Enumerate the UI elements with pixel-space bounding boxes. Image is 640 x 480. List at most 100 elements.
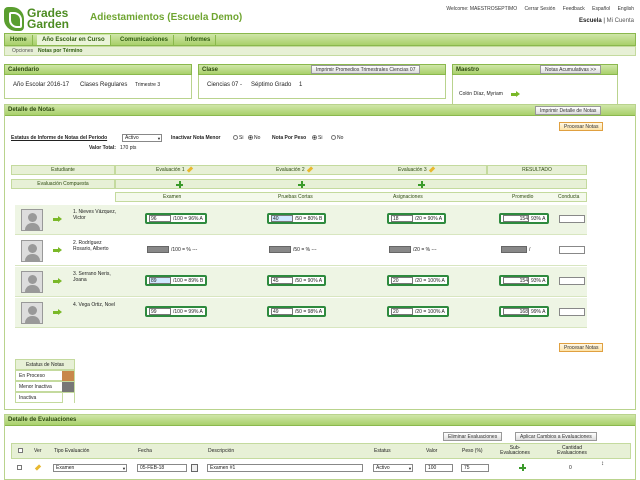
score-input[interactable] [389,246,411,253]
feedback-link[interactable]: Feedback [563,6,585,12]
student-header: Estudiante [11,165,115,175]
score-result: /20 = 100% A [415,308,445,315]
process-grades-button-bottom[interactable]: Procesar Notas [559,343,604,352]
breadcrumb-options[interactable]: Opciones [12,48,33,54]
legend-title: Estatus de Notas [15,359,75,370]
add-icon[interactable] [298,181,305,188]
add-subevaluation-icon[interactable] [519,464,526,471]
conduct-header: Conducta [558,194,580,200]
eval3-name: Asignaciones [393,194,423,200]
score-input[interactable]: 96 [149,215,171,222]
pencil-icon[interactable] [34,464,42,471]
eval3-head[interactable]: Evaluación 3 [398,166,435,175]
col-valor: Valor [426,448,438,454]
inactivate-si[interactable]: Si [233,135,243,141]
select-all-checkbox[interactable] [18,448,23,453]
type-select[interactable]: Examen ▼ [53,464,127,472]
student-name[interactable]: 4. Vega Ortiz, Noel [73,302,121,308]
score-input[interactable]: 49 [271,308,293,315]
weight-si[interactable]: Si [312,135,322,141]
arrow-right-icon[interactable] [511,91,520,98]
row-checkbox[interactable] [17,465,22,470]
score-result: /20 = % --- [413,246,437,253]
print-detail-button[interactable]: Imprimir Detalle de Notas [535,106,602,115]
class-section: 1 [299,82,303,88]
spanish-link[interactable]: Español [592,6,610,12]
score-input[interactable] [147,246,169,253]
process-grades-button[interactable]: Procesar Notas [559,122,604,131]
eval1-head[interactable]: Evaluación 1 [156,166,193,175]
date-field[interactable]: 05-FEB-18 [137,464,187,472]
score-input[interactable]: 20 [391,308,413,315]
arrow-right-icon[interactable] [53,278,62,285]
legend-item: Inactiva [15,392,75,403]
app-logo[interactable]: Grades Garden [4,4,86,34]
score-result: /50 = 98% A [295,308,323,315]
eval2-name: Pruebas Cortas [278,194,313,200]
score-cell: 20/20 = 100% A [387,306,449,317]
legend-item: En Proceso [15,370,75,381]
conduct-input[interactable] [559,246,585,254]
conduct-input[interactable] [559,215,585,223]
student-name[interactable]: 3. Serrano Neris, Joana [73,271,121,283]
logo-line2: Garden [27,17,70,31]
score-input[interactable]: 40 [271,215,293,222]
english-link[interactable]: English [618,6,634,12]
nav-home[interactable]: Home [5,35,33,45]
avatar [21,209,43,231]
value-field[interactable]: 100 [425,464,453,472]
nav-reports[interactable]: Informes [180,35,217,45]
status-select[interactable]: Activo ▼ [373,464,413,472]
arrow-right-icon[interactable] [53,247,62,254]
top-links: Welcome: MAESTROSEPTIMO Cerrar Sesión Fe… [440,6,634,12]
legend-label: Inactiva [19,395,37,401]
conduct-input[interactable] [559,277,585,285]
student-name[interactable]: 1. Nieves Vázquez, Victor [73,209,121,221]
eval2-head[interactable]: Evaluación 2 [276,166,313,175]
nav-current-year[interactable]: Año Escolar en Curso [37,35,111,45]
school-link[interactable]: Escuela [579,18,602,24]
type-select-value: Examen [56,465,75,471]
score-input[interactable]: 18 [391,215,413,222]
composite-header: Evaluación Compuesta [11,179,115,189]
weight-no[interactable]: No [331,135,343,141]
my-account-link[interactable]: Mi Cuenta [607,18,634,24]
score-result: /20 = 100% A [415,277,445,284]
calendar-icon[interactable] [191,464,198,472]
arrow-right-icon[interactable] [53,216,62,223]
radio-icon [248,135,253,141]
print-averages-button[interactable]: Imprimir Promedios Trimestrales Ciencias… [311,65,421,74]
table-row: 1. Nieves Vázquez, Victor 96/100 = 96% A… [15,205,587,235]
score-input[interactable]: 99 [149,308,171,315]
description-field[interactable]: Examen #1 [207,464,363,472]
move-arrows-icon[interactable]: ↕ [601,461,604,467]
logout-link[interactable]: Cerrar Sesión [525,6,556,12]
status-select[interactable]: Activo ▼ [122,134,162,142]
breadcrumb-notas[interactable]: Notas por Término [38,48,82,54]
score-result: /20 = 90% A [415,215,443,222]
weight-field[interactable]: 75 [461,464,489,472]
remove-evaluations-button[interactable]: Eliminar Evaluaciones [443,432,503,441]
average-result: 93% A [531,277,546,284]
conduct-input[interactable] [559,308,585,316]
add-icon[interactable] [176,181,183,188]
score-input[interactable]: 45 [271,277,293,284]
cumulative-grades-button[interactable]: Notas Acumulativas >> [540,65,602,74]
score-cell: 45/50 = 90% A [267,275,327,286]
arrow-right-icon[interactable] [53,309,62,316]
inactivate-no[interactable]: No [248,135,260,141]
row-status-value: Activo [376,465,390,471]
student-name[interactable]: 2. Rodríguez Rosario, Alberto [73,240,121,252]
status-label: Estatus de Informe de Notas del Periodo [11,135,108,141]
score-cell: /50 = % --- [267,244,318,255]
apply-changes-button[interactable]: Aplicar Cambios a Evaluaciones [515,432,597,441]
score-input[interactable] [269,246,291,253]
nav-communications[interactable]: Comunicaciones [115,35,175,45]
class-grade: Séptimo Grado [251,82,292,88]
legend-label: En Proceso [19,373,45,379]
score-cell: /20 = % --- [387,244,438,255]
add-icon[interactable] [418,181,425,188]
evaluations-panel: Detalle de Evaluaciones Eliminar Evaluac… [4,414,636,480]
score-input[interactable]: 89 [149,277,171,284]
score-input[interactable]: 20 [391,277,413,284]
